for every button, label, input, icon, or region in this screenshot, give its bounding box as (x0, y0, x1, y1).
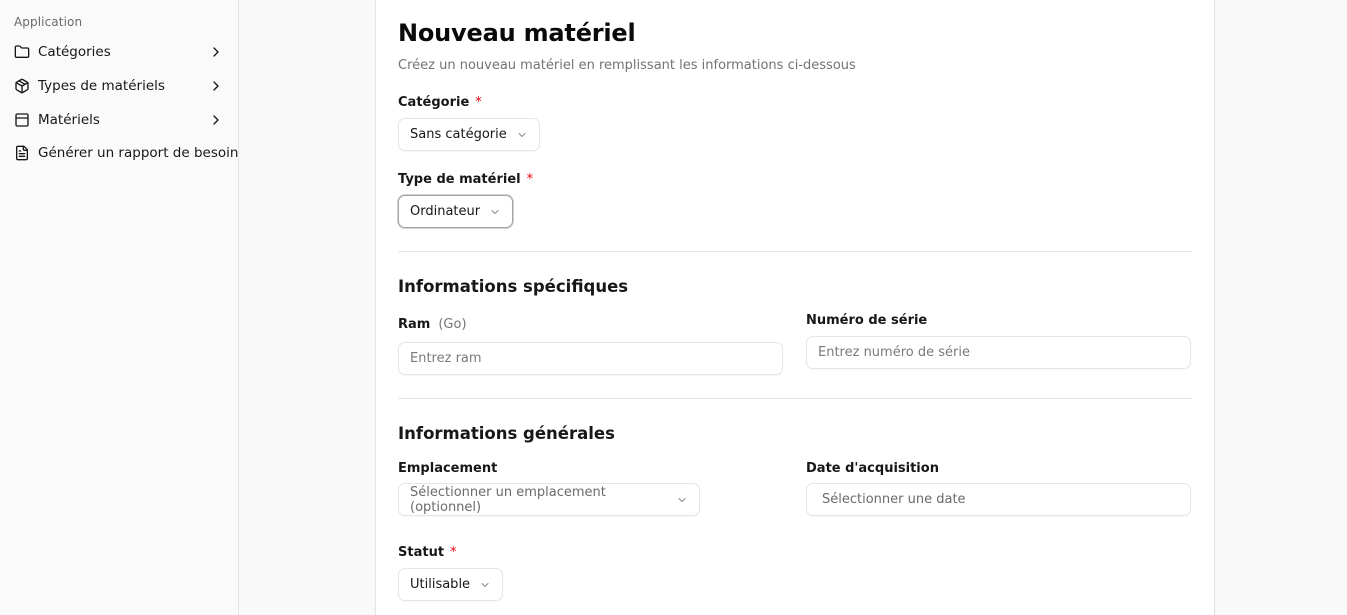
emplacement-select-placeholder: Sélectionner un emplacement (optionnel) (410, 484, 606, 515)
chevron-down-icon (479, 579, 491, 591)
app-root: Application Catégories Types de matériel… (0, 0, 1347, 615)
sidebar-group-label: Application (14, 15, 83, 29)
chevron-down-icon (516, 129, 528, 141)
chevron-right-icon (208, 78, 224, 94)
numero-serie-label: Numéro de série (806, 313, 928, 328)
sidebar-item-rapport-besoin[interactable]: Générer un rapport de besoin (8, 139, 238, 167)
ram-label: Ram (Go) (398, 317, 467, 332)
page-subtitle: Créez un nouveau matériel en remplissant… (398, 58, 856, 73)
box-icon (14, 112, 30, 128)
chevron-down-icon (676, 494, 688, 506)
statut-select-value: Utilisable (410, 577, 471, 592)
divider (398, 398, 1192, 399)
folder-icon (14, 44, 30, 60)
statut-select[interactable]: Utilisable (398, 568, 504, 601)
chevron-right-icon (208, 112, 224, 128)
required-mark: * (450, 545, 457, 560)
sidebar-item-types-materiels[interactable]: Types de matériels (8, 72, 230, 100)
divider (398, 251, 1192, 252)
sidebar-item-label: Types de matériels (38, 78, 165, 94)
type-materiel-select-value: Ordinateur (410, 204, 481, 219)
type-materiel-label-text: Type de matériel (398, 172, 521, 187)
page-title: Nouveau matériel (398, 19, 636, 47)
ram-input[interactable] (398, 342, 783, 375)
categorie-select[interactable]: Sans catégorie (398, 118, 540, 151)
date-acquisition-picker[interactable]: Sélectionner une date (806, 483, 1191, 516)
sidebar-item-label: Matériels (38, 112, 100, 128)
sidebar: Application Catégories Types de matériel… (0, 0, 239, 615)
numero-serie-input[interactable] (806, 336, 1191, 369)
sidebar-item-label: Générer un rapport de besoin (38, 145, 239, 161)
chevron-right-icon (208, 44, 224, 60)
type-materiel-label: Type de matériel * (398, 172, 533, 187)
statut-label: Statut * (398, 545, 457, 560)
date-acquisition-label: Date d'acquisition (806, 461, 939, 476)
required-mark: * (475, 95, 482, 110)
chevron-down-icon (489, 206, 501, 218)
section-title-general: Informations générales (398, 424, 615, 443)
file-text-icon (14, 145, 30, 161)
categorie-select-value: Sans catégorie (410, 127, 507, 142)
categorie-label-text: Catégorie (398, 95, 470, 110)
emplacement-select[interactable]: Sélectionner un emplacement (optionnel) (398, 483, 700, 516)
categorie-label: Catégorie * (398, 95, 482, 110)
sidebar-item-materiels[interactable]: Matériels (8, 106, 230, 134)
emplacement-label: Emplacement (398, 461, 498, 476)
section-title-specific: Informations spécifiques (398, 277, 629, 296)
date-acquisition-placeholder: Sélectionner une date (822, 492, 966, 507)
package-icon (14, 78, 30, 94)
type-materiel-select[interactable]: Ordinateur (398, 195, 514, 228)
ram-unit: (Go) (438, 317, 467, 332)
sidebar-item-label: Catégories (38, 44, 111, 60)
sidebar-item-categories[interactable]: Catégories (8, 38, 230, 66)
required-mark: * (526, 172, 534, 187)
form-card: Nouveau matériel Créez un nouveau matéri… (375, 0, 1215, 615)
statut-label-text: Statut (398, 545, 445, 560)
ram-label-text: Ram (398, 317, 431, 332)
